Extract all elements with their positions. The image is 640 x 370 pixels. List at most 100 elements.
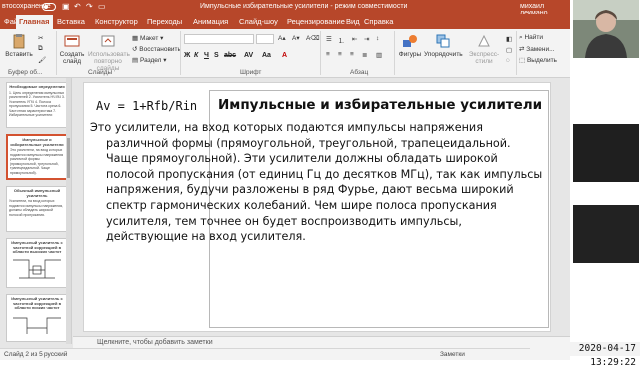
formula-text[interactable]: Av = 1+Rfb/Rin — [96, 99, 197, 113]
slide-canvas[interactable]: Av = 1+Rfb/Rin Импульсные и избирательны… — [83, 82, 551, 332]
indent-more-icon[interactable]: ⇥ — [364, 35, 369, 43]
paste-button[interactable]: Вставить — [2, 33, 36, 58]
document-title: Импульсные избирательные усилители - реж… — [200, 3, 408, 10]
tab-slideshow[interactable]: Слайд-шоу — [239, 17, 278, 26]
section-label: Раздел — [139, 57, 162, 64]
shapes-label: Фигуры — [398, 51, 422, 58]
strikethrough-icon[interactable]: abc — [224, 52, 236, 59]
scrollbar-thumb[interactable] — [67, 138, 70, 178]
circuit-diagram-icon — [13, 317, 61, 334]
numbering-icon[interactable]: ⒈ — [338, 35, 345, 45]
clipboard-group-label: Буфер об... — [8, 69, 43, 76]
replace-button[interactable]: ⇄ Замени... — [519, 45, 555, 53]
font-size-select[interactable] — [256, 34, 274, 44]
reuse-slides-button[interactable]: Использовать повторно слайды — [88, 33, 130, 72]
font-grow-icon[interactable]: A▴ — [278, 34, 286, 42]
italic-icon[interactable]: К — [194, 52, 198, 59]
undo-icon[interactable]: ↶ — [74, 2, 81, 11]
tab-review[interactable]: Рецензирование — [287, 17, 345, 26]
webcam-video-1 — [573, 0, 639, 58]
notes-pane[interactable]: Щелкните, чтобы добавить заметки — [73, 336, 570, 348]
slide-thumbnail-3[interactable]: Обычный импульсный усилитель Усилители, … — [6, 186, 68, 232]
align-center-icon[interactable]: ≡ — [338, 51, 342, 58]
align-right-icon[interactable]: ≡ — [350, 51, 354, 58]
slide-thumbnail-5[interactable]: Импульсный усилитель с частотной коррекц… — [6, 294, 68, 342]
arrange-button[interactable]: Упорядочить — [424, 33, 463, 58]
spacing-icon[interactable]: AV — [244, 52, 253, 59]
title-bar: втосохранение ▣ ↶ ↷ ▭ Импульсные избират… — [0, 0, 570, 17]
select-label: Выделить — [526, 57, 557, 64]
effects-icon[interactable]: ◌ — [506, 57, 510, 64]
bold-icon[interactable]: Ж — [184, 52, 190, 59]
ribbon: Вставить ✂ ⧉ 🖌 Буфер об... Создать слайд… — [0, 29, 570, 78]
new-slide-button[interactable]: Создать слайд — [58, 33, 86, 65]
quick-styles-button[interactable]: Экспресс-стили — [464, 33, 504, 65]
ribbon-separator — [516, 31, 517, 75]
circuit-diagram-icon — [13, 259, 61, 278]
tab-help[interactable]: Справка — [364, 17, 393, 26]
slide-thumbnail-1[interactable]: Необходимые определения 1. Цель определе… — [6, 82, 68, 128]
find-button[interactable]: ⌕ Найти — [519, 34, 543, 42]
layout-button[interactable]: ▦ Макет ▾ — [132, 34, 163, 42]
status-bar: Слайд 2 из 5 русский Заметки — [0, 348, 570, 360]
format-painter-icon[interactable]: 🖌 — [38, 56, 46, 64]
thumbnail-title: Импульсный усилитель с частотной коррекц… — [11, 240, 63, 254]
underline-icon[interactable]: Ч — [204, 52, 209, 59]
tab-view[interactable]: Вид — [346, 17, 360, 26]
webcam-column — [570, 0, 640, 360]
section-button[interactable]: ▤ Раздел ▾ — [132, 56, 167, 64]
slide-counter: Слайд 2 из 5 — [4, 351, 43, 358]
clear-format-icon[interactable]: A⌫ — [306, 34, 320, 42]
shadow-icon[interactable]: S — [214, 52, 219, 59]
slide-thumbnail-2[interactable]: Импульсные и избирательные усилители Это… — [6, 134, 68, 180]
clipboard-icon — [13, 34, 25, 49]
reset-button[interactable]: ↺ Восстановить — [132, 45, 181, 53]
language-indicator[interactable]: русский — [44, 351, 67, 358]
thumbnail-title: Необходимые определения — [9, 84, 65, 89]
autosave-toggle[interactable] — [42, 3, 56, 11]
tab-design[interactable]: Конструктор — [95, 17, 138, 26]
redo-icon[interactable]: ↷ — [86, 2, 93, 11]
present-icon[interactable]: ▭ — [98, 2, 106, 11]
slide-thumbnails-panel: Необходимые определения 1. Цель определе… — [0, 78, 72, 344]
person-avatar-icon — [573, 0, 639, 58]
tab-transitions[interactable]: Переходы — [147, 17, 182, 26]
cut-icon[interactable]: ✂ — [38, 34, 43, 42]
slide-title[interactable]: Импульсные и избирательные усилители — [218, 97, 542, 113]
slide-thumbnail-4[interactable]: Импульсный усилитель с частотной коррекц… — [6, 238, 68, 288]
ribbon-tabs: Файл Главная Вставка Конструктор Переход… — [0, 14, 570, 29]
fill-icon[interactable]: ◧ — [506, 35, 512, 43]
tab-animation[interactable]: Анимация — [193, 17, 228, 26]
bullets-icon[interactable]: ☰ — [326, 35, 332, 43]
tab-insert[interactable]: Вставка — [57, 17, 85, 26]
align-left-icon[interactable]: ≡ — [326, 51, 330, 58]
timestamp-overlay: 2020-04-17 13:29:22 — [530, 342, 640, 368]
font-group-label: Шрифт — [240, 69, 262, 76]
replace-label: Замени... — [526, 46, 555, 53]
font-shrink-icon[interactable]: A▾ — [292, 34, 300, 42]
tab-home[interactable]: Главная — [16, 15, 53, 29]
ribbon-separator — [56, 31, 57, 75]
font-name-select[interactable] — [184, 34, 254, 44]
notes-toggle[interactable]: Заметки — [440, 351, 465, 358]
slide-body-text[interactable]: Это усилители, на вход которых подаются … — [90, 120, 546, 245]
outline-icon[interactable]: ▢ — [506, 46, 512, 54]
webcam-video-2 — [573, 124, 639, 182]
new-slide-label: Создать слайд — [59, 51, 85, 65]
ribbon-separator — [394, 31, 395, 75]
powerpoint-window: втосохранение ▣ ↶ ↷ ▭ Импульсные избират… — [0, 0, 570, 360]
save-icon[interactable]: ▣ — [62, 2, 70, 11]
columns-icon[interactable]: ▥ — [376, 51, 382, 59]
font-color-icon[interactable]: A — [282, 52, 287, 59]
copy-icon[interactable]: ⧉ — [38, 45, 43, 53]
case-icon[interactable]: Aa — [262, 52, 271, 59]
line-spacing-icon[interactable]: ↕ — [376, 35, 379, 42]
slides-group-label: Слайды — [88, 69, 113, 76]
notes-placeholder: Щелкните, чтобы добавить заметки — [97, 339, 213, 346]
justify-icon[interactable]: ≣ — [362, 51, 367, 59]
thumbnails-scrollbar[interactable] — [66, 78, 71, 344]
thumbnail-text: 1. Цель определения импульсных усилителе… — [9, 90, 65, 118]
shapes-button[interactable]: Фигуры — [396, 33, 424, 58]
indent-less-icon[interactable]: ⇤ — [352, 35, 357, 43]
select-button[interactable]: ⬚ Выделить — [519, 56, 557, 64]
